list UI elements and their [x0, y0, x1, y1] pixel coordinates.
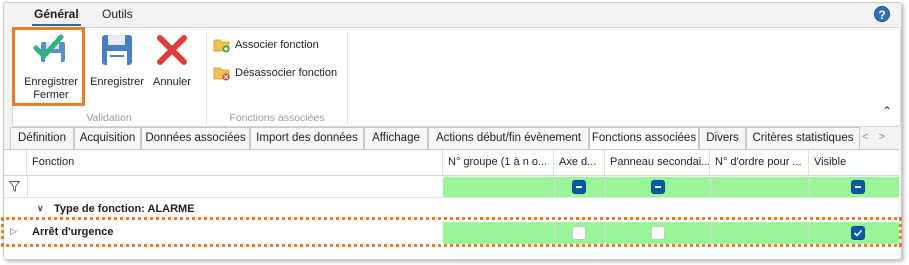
- filter-row: [4, 176, 899, 198]
- filter-green-area: [443, 177, 899, 197]
- group-separator: [206, 32, 207, 124]
- help-circle-icon[interactable]: ?: [874, 6, 890, 22]
- red-x-icon: [157, 35, 187, 65]
- group-row-label: Type de fonction: ALARME: [54, 203, 195, 215]
- group-label-validation: Validation: [86, 112, 132, 124]
- cell-separator: [554, 176, 555, 198]
- chevron-down-icon[interactable]: ∨: [37, 203, 44, 214]
- cancel-label: Annuler: [153, 76, 191, 88]
- tab-donnees-associees[interactable]: Données associées: [141, 127, 250, 149]
- tab-definition[interactable]: Définition: [10, 127, 74, 149]
- cell-separator: [809, 176, 810, 198]
- column-header-ordre[interactable]: N° d'ordre pour ...: [710, 150, 809, 176]
- associer-fonction-button[interactable]: Associer fonction: [213, 37, 319, 53]
- ribbon-panel: Enregistrer Fermer Enregistrer Annuler V…: [12, 27, 901, 127]
- filter-visible-checkbox[interactable]: [851, 180, 865, 194]
- tab-affichage[interactable]: Affichage: [364, 127, 428, 149]
- ribbon-tab-general[interactable]: Général: [32, 7, 81, 26]
- chevron-up-icon[interactable]: ⌃: [882, 104, 892, 118]
- desassocier-fonction-label: Désassocier fonction: [235, 67, 338, 79]
- tab-acquisition[interactable]: Acquisition: [74, 127, 141, 149]
- cell-separator: [605, 176, 606, 198]
- cancel-button[interactable]: Annuler: [147, 32, 197, 89]
- floppy-disk-icon: [102, 35, 132, 65]
- column-header-fonction[interactable]: Fonction: [27, 150, 443, 176]
- cell-separator: [710, 176, 711, 198]
- tab-criteres-statistiques[interactable]: Critères statistiques: [746, 127, 860, 149]
- cell-separator: [27, 176, 28, 198]
- filter-icon[interactable]: [9, 181, 20, 192]
- tab-divers[interactable]: Divers: [699, 127, 746, 149]
- chevron-left-icon[interactable]: <: [862, 131, 878, 143]
- ribbon-tab-outils[interactable]: Outils: [102, 7, 133, 21]
- tab-import-donnees[interactable]: Import des données: [250, 127, 364, 149]
- tab-actions-evenement[interactable]: Actions début/fin évènement: [428, 127, 589, 149]
- folder-remove-icon: [213, 67, 230, 81]
- column-header-axe[interactable]: Axe d...: [554, 150, 605, 176]
- column-header-panneau[interactable]: Panneau secondai...: [605, 150, 710, 176]
- chevron-right-icon[interactable]: >: [879, 131, 895, 143]
- filter-panneau-checkbox[interactable]: [651, 180, 665, 194]
- filter-axe-checkbox[interactable]: [572, 180, 586, 194]
- save-button[interactable]: Enregistrer: [87, 32, 147, 89]
- tab-scroll-arrows[interactable]: <>: [862, 131, 895, 143]
- group-label-fonctions: Fonctions associées: [229, 112, 325, 124]
- group-separator: [347, 32, 348, 124]
- desassocier-fonction-button[interactable]: Désassocier fonction: [213, 65, 337, 81]
- column-header-groupe[interactable]: N° groupe (1 à n o...: [443, 150, 554, 176]
- save-label: Enregistrer: [90, 76, 144, 88]
- highlight-row: [1, 217, 902, 247]
- folder-add-icon: [213, 39, 230, 53]
- associer-fonction-label: Associer fonction: [235, 39, 319, 51]
- tab-fonctions-associees[interactable]: Fonctions associées: [589, 127, 699, 150]
- column-header-visible[interactable]: Visible: [809, 150, 899, 176]
- highlight-save-close: [12, 27, 85, 106]
- row-indicator-header: [4, 150, 27, 176]
